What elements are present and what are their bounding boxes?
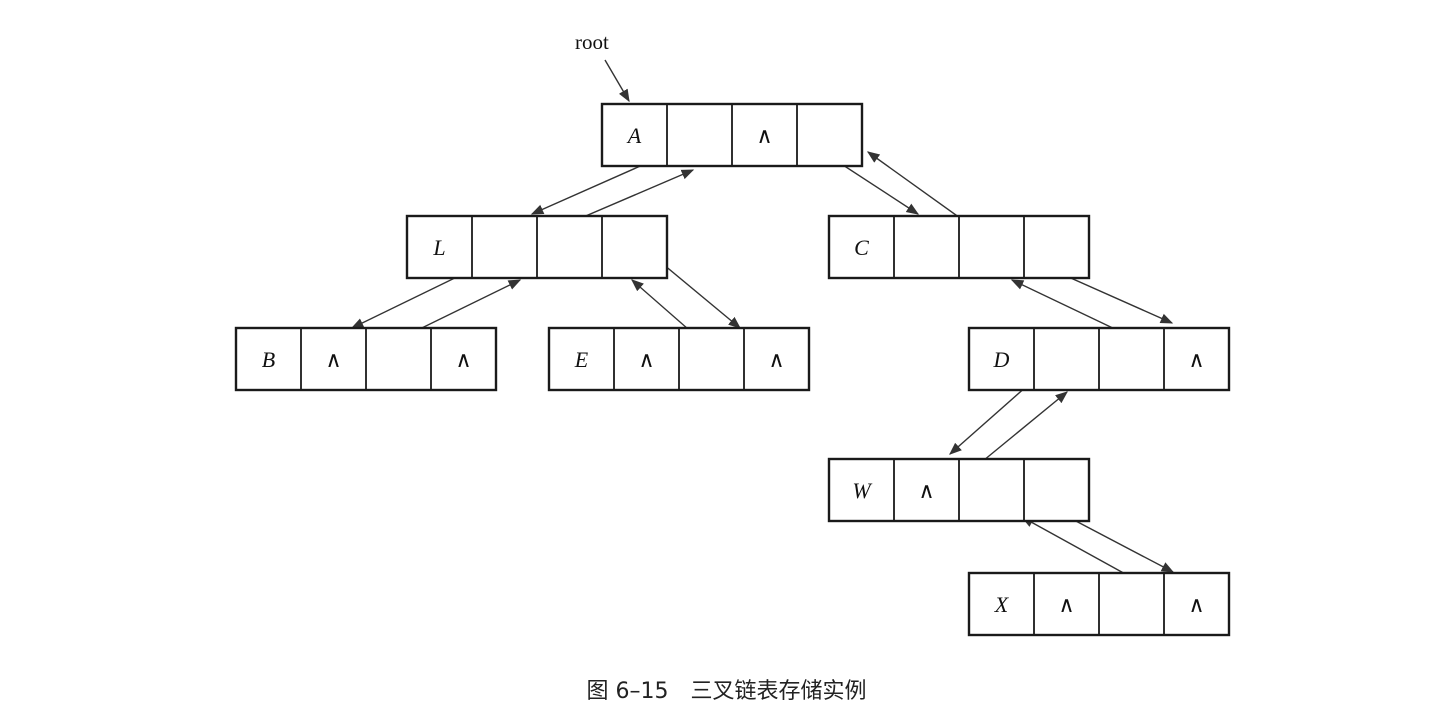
triple-linked-list-diagram: A ∧L CB ∧ ∧ E ∧ ∧ D ∧W ∧X ∧ ∧ root [234, 30, 1231, 637]
root-label: root [575, 30, 609, 54]
null-pointer-mark: ∧ [756, 124, 772, 149]
null-pointer-mark: ∧ [1058, 593, 1074, 618]
node-X: X ∧ ∧ [967, 571, 1231, 637]
node-data-label: A [626, 123, 642, 148]
root-arrow [604, 59, 630, 103]
node-data-label: W [852, 478, 872, 503]
node-data-label: E [574, 347, 589, 372]
node-D: D ∧ [967, 326, 1231, 392]
figure-caption: 图 6–15 三叉链表存储实例 [586, 679, 867, 704]
figure: A ∧ L C B ∧ ∧ E ∧ ∧ D ∧ W ∧ X ∧ ∧ root 图 6–15 三叉链表存储实例 [0, 0, 1453, 719]
node-E: E ∧ ∧ [547, 326, 811, 392]
node-data-label: D [993, 347, 1010, 372]
root-pointer: root [575, 30, 630, 103]
null-pointer-mark: ∧ [455, 348, 471, 373]
null-pointer-mark: ∧ [325, 348, 341, 373]
node-L: L [405, 214, 669, 280]
node-data-label: B [262, 347, 275, 372]
node-W: W ∧ [827, 457, 1091, 523]
null-pointer-mark: ∧ [768, 348, 784, 373]
null-pointer-mark: ∧ [918, 479, 934, 504]
node-data-label: L [432, 235, 445, 260]
node-B: B ∧ ∧ [234, 326, 498, 392]
node-C: C [827, 214, 1091, 280]
node-data-label: X [994, 592, 1010, 617]
pointer-arrow-W-to-D [977, 391, 1068, 466]
null-pointer-mark: ∧ [1188, 348, 1204, 373]
null-pointer-mark: ∧ [1188, 593, 1204, 618]
null-pointer-mark: ∧ [638, 348, 654, 373]
node-data-label: C [854, 235, 869, 260]
node-A: A ∧ [600, 102, 864, 168]
